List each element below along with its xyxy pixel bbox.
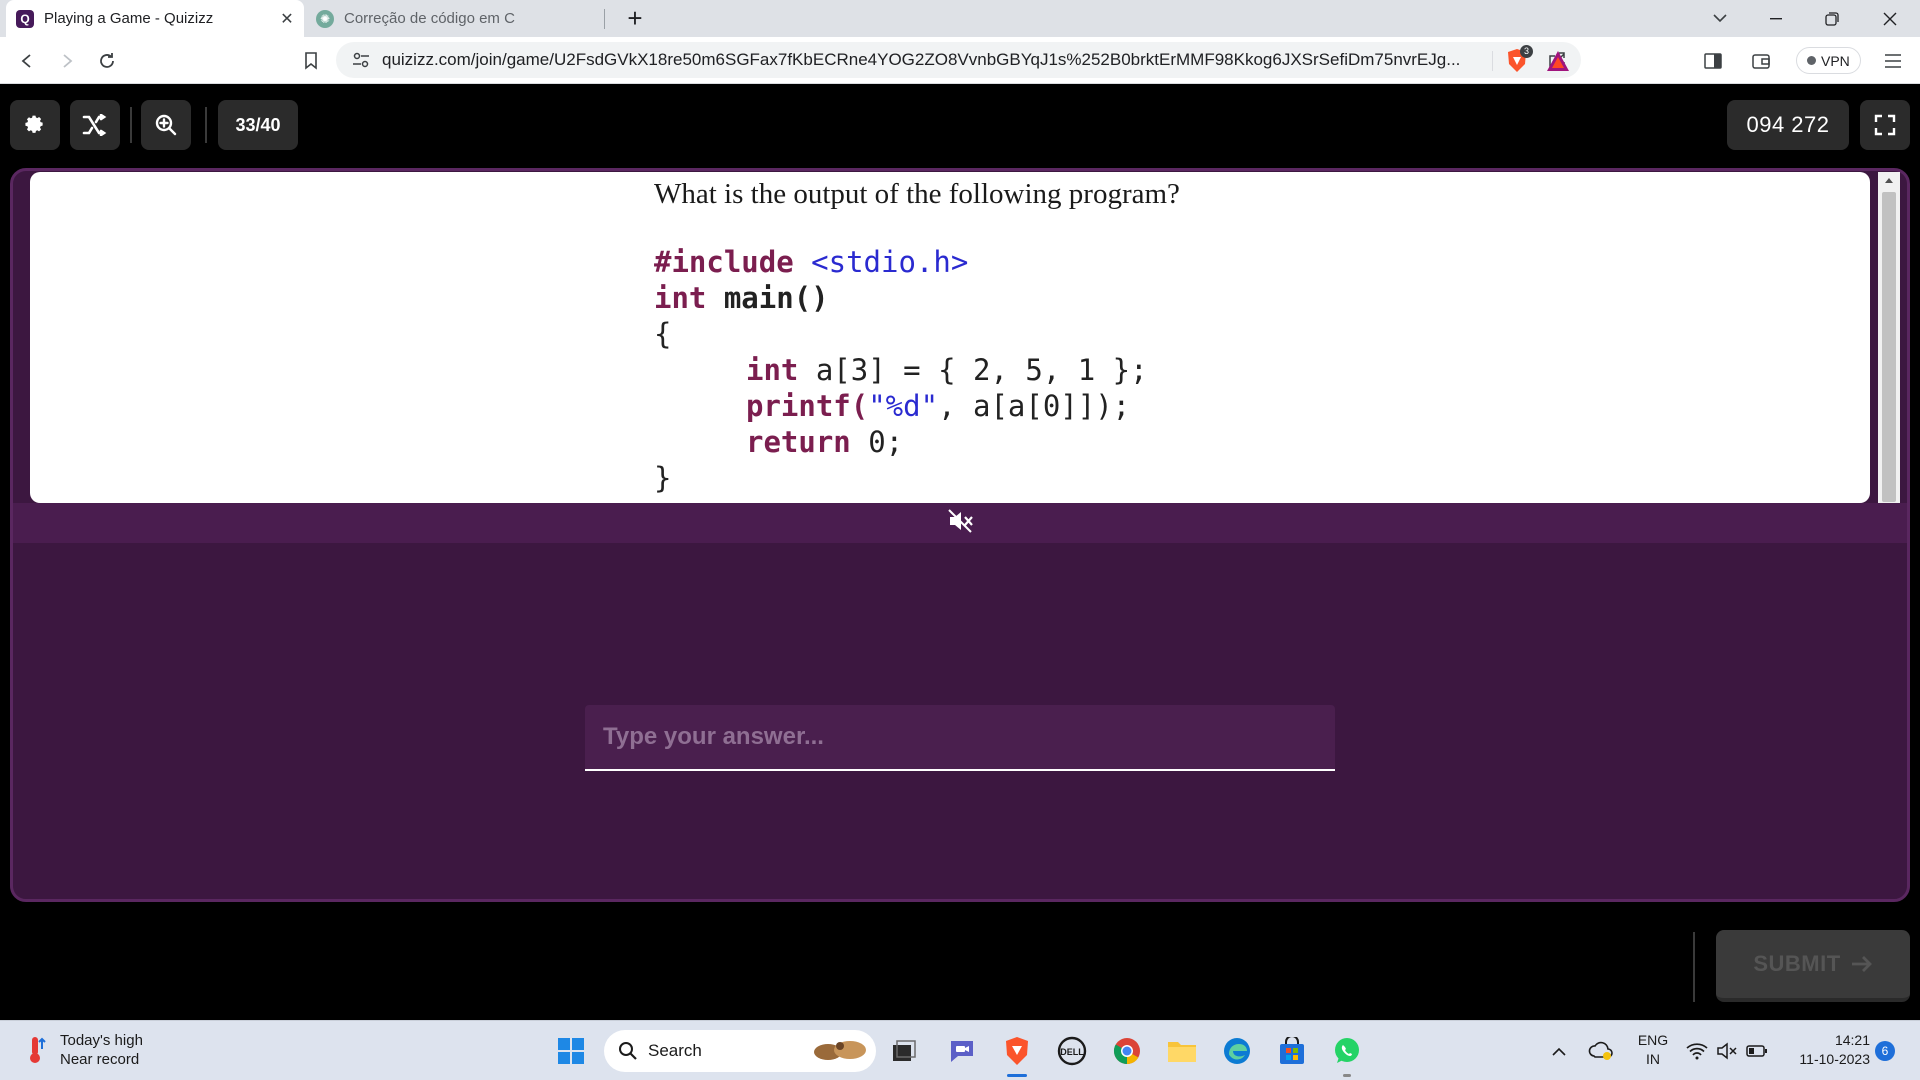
site-settings-icon[interactable] (352, 51, 370, 74)
tab-title: Playing a Game - Quizizz (44, 10, 214, 27)
lang-line1: ENG (1637, 1032, 1669, 1048)
toolbar-divider (130, 107, 132, 143)
running-app-indicator (1343, 1074, 1351, 1077)
shuffle-icon (82, 114, 107, 136)
fullscreen-icon (1874, 114, 1896, 136)
vpn-button[interactable]: VPN (1796, 47, 1861, 74)
powerups-button[interactable] (70, 100, 120, 150)
language-indicator[interactable]: ENG IN (1634, 1031, 1672, 1069)
onedrive-icon[interactable] (1584, 1031, 1618, 1071)
brave-shields-icon[interactable]: 3 (1504, 45, 1533, 74)
game-code: 094 272 (1727, 100, 1849, 150)
thermometer-icon (30, 1037, 46, 1063)
question-card: What is the output of the following prog… (30, 172, 1870, 503)
code-line: { (654, 317, 672, 351)
code-line: int main() (654, 281, 829, 315)
teams-chat-icon[interactable] (942, 1031, 982, 1071)
reload-icon[interactable] (92, 46, 122, 76)
back-icon[interactable] (12, 46, 42, 76)
close-window-icon[interactable] (1862, 0, 1918, 37)
arrow-right-icon (1851, 956, 1872, 972)
wifi-icon[interactable] (1682, 1031, 1712, 1071)
bookmark-icon[interactable] (296, 46, 326, 76)
menu-icon[interactable] (1880, 48, 1906, 74)
gear-icon (25, 115, 43, 133)
clock-date: 11-10-2023 (1799, 1051, 1870, 1067)
notification-badge[interactable]: 6 (1875, 1041, 1895, 1061)
mute-icon[interactable] (946, 507, 974, 535)
active-app-indicator (1007, 1074, 1027, 1077)
new-tab-button[interactable]: + (620, 4, 650, 34)
clock[interactable]: 14:21 11-10-2023 (1782, 1031, 1870, 1069)
vpn-status-icon (1807, 56, 1816, 65)
taskbar-search[interactable]: Search (604, 1030, 876, 1072)
browser-toolbar: quizizz.com/join/game/U2FsdGVkX18re50m6S… (0, 37, 1920, 84)
microsoft-store-icon[interactable] (1272, 1031, 1312, 1071)
clock-time: 14:21 (1834, 1032, 1870, 1048)
code-block: #include <stdio.h> int main(){ int a[3] = … (654, 244, 1148, 496)
chatgpt-icon: ✺ (316, 9, 334, 28)
code-line: } (654, 461, 672, 495)
search-icon (619, 1042, 637, 1060)
search-label: Search (648, 1041, 702, 1060)
code-line: #include <stdio.h> (654, 245, 969, 279)
brave-browser-icon[interactable] (997, 1031, 1037, 1077)
weather-line2: Near record (60, 1051, 140, 1068)
edge-icon[interactable] (1217, 1031, 1257, 1071)
tab-divider (604, 9, 605, 29)
tab-chatgpt[interactable]: ✺ Correção de código em C (306, 0, 604, 37)
minimize-icon[interactable] (1748, 0, 1804, 37)
sidebar-icon[interactable] (1700, 48, 1726, 74)
battery-icon[interactable] (1742, 1031, 1772, 1071)
file-explorer-icon[interactable] (1162, 1031, 1202, 1071)
windows-start-icon[interactable] (551, 1031, 591, 1071)
question-text: What is the output of the following prog… (654, 178, 1180, 210)
restore-icon[interactable] (1804, 0, 1860, 37)
submit-label: SUBMIT (1753, 951, 1841, 976)
whatsapp-icon[interactable] (1327, 1031, 1367, 1077)
windows-taskbar: Today's high Near record Search DELL ENG… (0, 1020, 1920, 1080)
toolbar-divider (205, 107, 207, 143)
svg-text:DELL: DELL (1060, 1047, 1084, 1057)
tab-quizizz[interactable]: Q Playing a Game - Quizizz ✕ (6, 0, 304, 37)
zoom-button[interactable] (141, 100, 191, 150)
code-line: return 0; (746, 425, 904, 459)
submit-divider (1693, 932, 1695, 1002)
weather-line1: Today's high (60, 1032, 143, 1049)
task-view-icon[interactable] (884, 1031, 924, 1071)
toolbar-divider (1492, 51, 1493, 71)
tab-search-chevron-icon[interactable] (1692, 0, 1748, 37)
shields-badge: 3 (1520, 45, 1533, 58)
dell-icon[interactable]: DELL (1052, 1031, 1092, 1071)
quizizz-icon: Q (16, 9, 34, 28)
weather-widget[interactable]: Today's high Near record (24, 1031, 143, 1069)
submit-button[interactable]: SUBMIT (1716, 930, 1910, 1002)
code-line: int a[3] = { 2, 5, 1 }; (746, 353, 1148, 387)
zoom-in-icon (155, 114, 177, 136)
brave-rewards-icon[interactable] (1545, 48, 1571, 74)
answer-input[interactable] (585, 705, 1335, 771)
code-line: printf("%d", a[a[0]]); (746, 389, 1131, 423)
question-counter: 33/40 (218, 100, 298, 150)
volume-muted-icon[interactable] (1712, 1031, 1742, 1071)
vpn-label: VPN (1821, 52, 1850, 69)
lang-line2: IN (1646, 1051, 1660, 1067)
tab-bar: Q Playing a Game - Quizizz ✕ ✺ Correção … (0, 0, 1920, 37)
show-hidden-icons-chevron-icon[interactable] (1544, 1031, 1574, 1071)
url-text: quizizz.com/join/game/U2FsdGVkX18re50m6S… (382, 50, 1461, 69)
search-highlight-icon (814, 1041, 866, 1060)
chrome-icon[interactable] (1107, 1031, 1147, 1071)
wallet-icon[interactable] (1748, 48, 1774, 74)
address-bar[interactable]: quizizz.com/join/game/U2FsdGVkX18re50m6S… (336, 42, 1581, 78)
scrollbar-thumb[interactable] (1882, 192, 1896, 502)
settings-button[interactable] (10, 100, 60, 150)
tab-title: Correção de código em C (344, 10, 515, 27)
close-tab-icon[interactable]: ✕ (278, 9, 296, 29)
fullscreen-button[interactable] (1860, 100, 1910, 150)
forward-icon[interactable] (52, 46, 82, 76)
